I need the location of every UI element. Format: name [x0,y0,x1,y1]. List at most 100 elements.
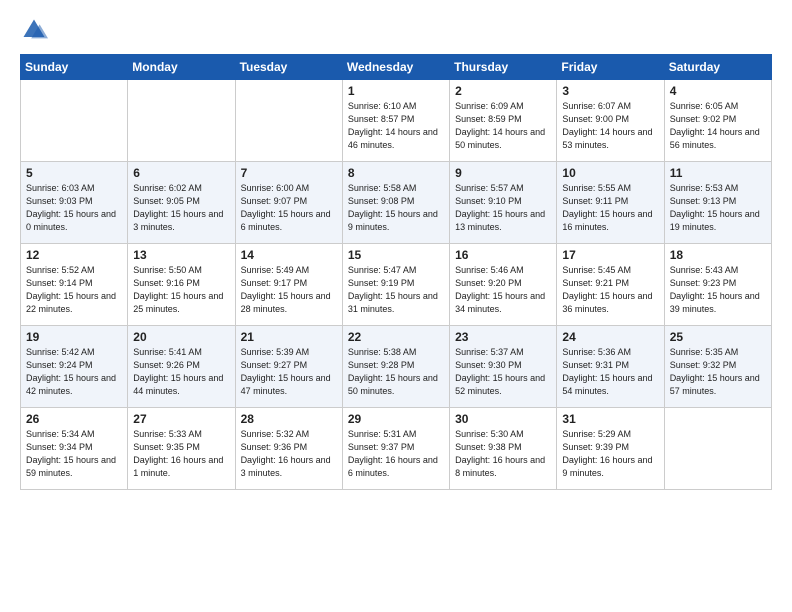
day-number: 27 [133,412,229,426]
cell-4-7: 25Sunrise: 5:35 AM Sunset: 9:32 PM Dayli… [664,326,771,408]
day-info: Sunrise: 6:07 AM Sunset: 9:00 PM Dayligh… [562,100,658,152]
cell-3-3: 14 Sunrise: 5:49 AM Sunset: 9:17 PM Dayli… [235,244,342,326]
logo-icon [20,16,48,44]
day-info: Sunrise: 6:09 AM Sunset: 8:59 PM Dayligh… [455,100,551,152]
day-number: 12 [26,248,122,262]
header-row: SundayMondayTuesdayWednesdayThursdayFrid… [21,55,772,80]
day-info: Sunrise: 5:50 AM Sunset: 9:16 PM Dayligh… [133,264,229,316]
cell-1-3 [235,80,342,162]
day-info: Sunrise: 5:47 AM Sunset: 9:19 PM Dayligh… [348,264,444,316]
day-info: Sunrise: 5:32 AM Sunset: 9:36 PM Dayligh… [241,428,337,480]
page: SundayMondayTuesdayWednesdayThursdayFrid… [0,0,792,500]
day-info: Sunrise: 6:00 AM Sunset: 9:07 PM Dayligh… [241,182,337,234]
cell-2-5: 9 Sunrise: 5:57 AM Sunset: 9:10 PM Daylig… [450,162,557,244]
cell-2-6: 10 Sunrise: 5:55 AM Sunset: 9:11 PM Dayli… [557,162,664,244]
cell-2-3: 7 Sunrise: 6:00 AM Sunset: 9:07 PM Daylig… [235,162,342,244]
day-number: 2 [455,84,551,98]
day-info: Sunrise: 6:02 AM Sunset: 9:05 PM Dayligh… [133,182,229,234]
day-number: 8 [348,166,444,180]
cell-3-1: 12Sunrise: 5:52 AM Sunset: 9:14 PM Dayli… [21,244,128,326]
day-info: Sunrise: 5:30 AM Sunset: 9:38 PM Dayligh… [455,428,551,480]
day-number: 17 [562,248,658,262]
day-number: 21 [241,330,337,344]
cell-1-6: 3Sunrise: 6:07 AM Sunset: 9:00 PM Daylig… [557,80,664,162]
header-day-monday: Monday [128,55,235,80]
day-info: Sunrise: 5:31 AM Sunset: 9:37 PM Dayligh… [348,428,444,480]
day-info: Sunrise: 6:10 AM Sunset: 8:57 PM Dayligh… [348,100,444,152]
day-number: 10 [562,166,658,180]
day-info: Sunrise: 5:33 AM Sunset: 9:35 PM Dayligh… [133,428,229,480]
day-info: Sunrise: 5:58 AM Sunset: 9:08 PM Dayligh… [348,182,444,234]
day-number: 1 [348,84,444,98]
day-number: 29 [348,412,444,426]
day-info: Sunrise: 5:38 AM Sunset: 9:28 PM Dayligh… [348,346,444,398]
day-info: Sunrise: 5:34 AM Sunset: 9:34 PM Dayligh… [26,428,122,480]
cell-4-3: 21Sunrise: 5:39 AM Sunset: 9:27 PM Dayli… [235,326,342,408]
day-number: 4 [670,84,766,98]
day-number: 14 [241,248,337,262]
week-row-4: 19 Sunrise: 5:42 AM Sunset: 9:24 PM Dayli… [21,326,772,408]
day-number: 15 [348,248,444,262]
week-row-1: 1 Sunrise: 6:10 AM Sunset: 8:57 PM Daylig… [21,80,772,162]
day-info: Sunrise: 5:45 AM Sunset: 9:21 PM Dayligh… [562,264,658,316]
header-day-tuesday: Tuesday [235,55,342,80]
day-number: 20 [133,330,229,344]
logo [20,16,52,44]
cell-2-2: 6 Sunrise: 6:02 AM Sunset: 9:05 PM Daylig… [128,162,235,244]
week-row-2: 5 Sunrise: 6:03 AM Sunset: 9:03 PM Daylig… [21,162,772,244]
cell-5-6: 31 Sunrise: 5:29 AM Sunset: 9:39 PM Dayli… [557,408,664,490]
day-number: 6 [133,166,229,180]
day-info: Sunrise: 5:53 AM Sunset: 9:13 PM Dayligh… [670,182,766,234]
day-number: 31 [562,412,658,426]
header-day-wednesday: Wednesday [342,55,449,80]
cell-4-5: 23 Sunrise: 5:37 AM Sunset: 9:30 PM Dayli… [450,326,557,408]
cell-5-4: 29 Sunrise: 5:31 AM Sunset: 9:37 PM Dayli… [342,408,449,490]
cell-3-5: 16Sunrise: 5:46 AM Sunset: 9:20 PM Dayli… [450,244,557,326]
day-info: Sunrise: 6:03 AM Sunset: 9:03 PM Dayligh… [26,182,122,234]
calendar-table: SundayMondayTuesdayWednesdayThursdayFrid… [20,54,772,490]
day-info: Sunrise: 5:37 AM Sunset: 9:30 PM Dayligh… [455,346,551,398]
cell-3-4: 15 Sunrise: 5:47 AM Sunset: 9:19 PM Dayli… [342,244,449,326]
day-info: Sunrise: 5:57 AM Sunset: 9:10 PM Dayligh… [455,182,551,234]
header-day-thursday: Thursday [450,55,557,80]
day-number: 9 [455,166,551,180]
calendar-header: SundayMondayTuesdayWednesdayThursdayFrid… [21,55,772,80]
day-info: Sunrise: 5:43 AM Sunset: 9:23 PM Dayligh… [670,264,766,316]
day-number: 23 [455,330,551,344]
day-number: 22 [348,330,444,344]
day-info: Sunrise: 5:49 AM Sunset: 9:17 PM Dayligh… [241,264,337,316]
day-number: 26 [26,412,122,426]
day-number: 19 [26,330,122,344]
day-number: 5 [26,166,122,180]
calendar-body: 1 Sunrise: 6:10 AM Sunset: 8:57 PM Daylig… [21,80,772,490]
day-info: Sunrise: 5:36 AM Sunset: 9:31 PM Dayligh… [562,346,658,398]
day-number: 11 [670,166,766,180]
cell-3-2: 13Sunrise: 5:50 AM Sunset: 9:16 PM Dayli… [128,244,235,326]
cell-3-6: 17 Sunrise: 5:45 AM Sunset: 9:21 PM Dayli… [557,244,664,326]
day-number: 24 [562,330,658,344]
day-info: Sunrise: 5:42 AM Sunset: 9:24 PM Dayligh… [26,346,122,398]
header-day-friday: Friday [557,55,664,80]
cell-4-2: 20 Sunrise: 5:41 AM Sunset: 9:26 PM Dayli… [128,326,235,408]
day-info: Sunrise: 5:41 AM Sunset: 9:26 PM Dayligh… [133,346,229,398]
cell-5-1: 26 Sunrise: 5:34 AM Sunset: 9:34 PM Dayli… [21,408,128,490]
day-info: Sunrise: 5:29 AM Sunset: 9:39 PM Dayligh… [562,428,658,480]
cell-5-2: 27 Sunrise: 5:33 AM Sunset: 9:35 PM Dayli… [128,408,235,490]
day-number: 25 [670,330,766,344]
header-day-saturday: Saturday [664,55,771,80]
cell-4-1: 19 Sunrise: 5:42 AM Sunset: 9:24 PM Dayli… [21,326,128,408]
day-number: 7 [241,166,337,180]
cell-4-6: 24 Sunrise: 5:36 AM Sunset: 9:31 PM Dayli… [557,326,664,408]
day-number: 28 [241,412,337,426]
cell-5-7 [664,408,771,490]
cell-3-7: 18Sunrise: 5:43 AM Sunset: 9:23 PM Dayli… [664,244,771,326]
cell-1-2 [128,80,235,162]
cell-1-4: 1 Sunrise: 6:10 AM Sunset: 8:57 PM Daylig… [342,80,449,162]
cell-1-7: 4Sunrise: 6:05 AM Sunset: 9:02 PM Daylig… [664,80,771,162]
header-day-sunday: Sunday [21,55,128,80]
day-number: 30 [455,412,551,426]
day-info: Sunrise: 5:55 AM Sunset: 9:11 PM Dayligh… [562,182,658,234]
day-number: 16 [455,248,551,262]
cell-2-1: 5 Sunrise: 6:03 AM Sunset: 9:03 PM Daylig… [21,162,128,244]
cell-1-1 [21,80,128,162]
